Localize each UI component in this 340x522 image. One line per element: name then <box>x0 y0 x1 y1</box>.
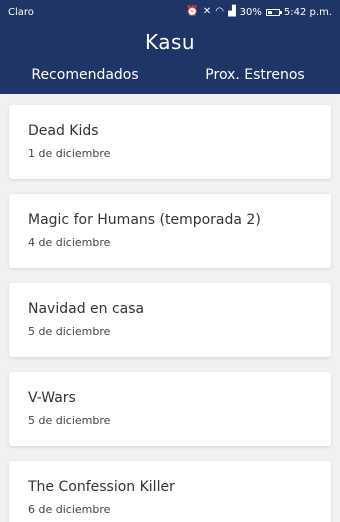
release-card[interactable]: Magic for Humans (temporada 2) 4 de dici… <box>9 194 331 268</box>
release-date: 6 de diciembre <box>28 503 111 516</box>
release-title: Magic for Humans (temporada 2) <box>28 212 261 228</box>
tab-bar: Recomendados Prox. Estrenos <box>0 64 340 94</box>
clock: 5:42 p.m. <box>283 6 332 18</box>
signal-icon: ▟ <box>227 6 236 17</box>
release-date: 5 de diciembre <box>28 414 111 427</box>
release-title: Navidad en casa <box>28 301 145 317</box>
release-title: V-Wars <box>28 390 76 406</box>
tab-prox-estrenos[interactable]: Prox. Estrenos <box>170 64 340 94</box>
release-date: 5 de diciembre <box>28 325 111 338</box>
tab-recomendados[interactable]: Recomendados <box>0 64 170 94</box>
wifi-icon: ◠ <box>215 6 224 17</box>
app-screen: Claro ⏰ ✕ ◠ ▟ 30% 5:42 p.m. Kasu Recomen… <box>0 0 340 522</box>
release-title: Dead Kids <box>28 123 99 139</box>
status-bar: Claro ⏰ ✕ ◠ ▟ 30% 5:42 p.m. <box>0 0 340 24</box>
release-title: The Confession Killer <box>28 479 175 495</box>
release-card[interactable]: Navidad en casa 5 de diciembre <box>9 283 331 357</box>
carrier-label: Claro <box>8 6 34 18</box>
app-title: Kasu <box>144 30 196 54</box>
release-list[interactable]: Dead Kids 1 de diciembre Magic for Human… <box>0 94 340 522</box>
release-card[interactable]: Dead Kids 1 de diciembre <box>9 105 331 179</box>
release-date: 1 de diciembre <box>28 147 111 160</box>
mute-icon: ✕ <box>202 6 212 17</box>
battery-percent: 30% <box>239 6 262 18</box>
release-date: 4 de diciembre <box>28 236 111 249</box>
alarm-icon: ⏰ <box>186 6 199 17</box>
release-card[interactable]: V-Wars 5 de diciembre <box>9 372 331 446</box>
status-indicators: ⏰ ✕ ◠ ▟ 30% 5:42 p.m. <box>186 7 332 18</box>
app-bar: Kasu Recomendados Prox. Estrenos <box>0 24 340 94</box>
battery-icon <box>265 8 282 16</box>
release-card[interactable]: The Confession Killer 6 de diciembre <box>9 461 331 522</box>
